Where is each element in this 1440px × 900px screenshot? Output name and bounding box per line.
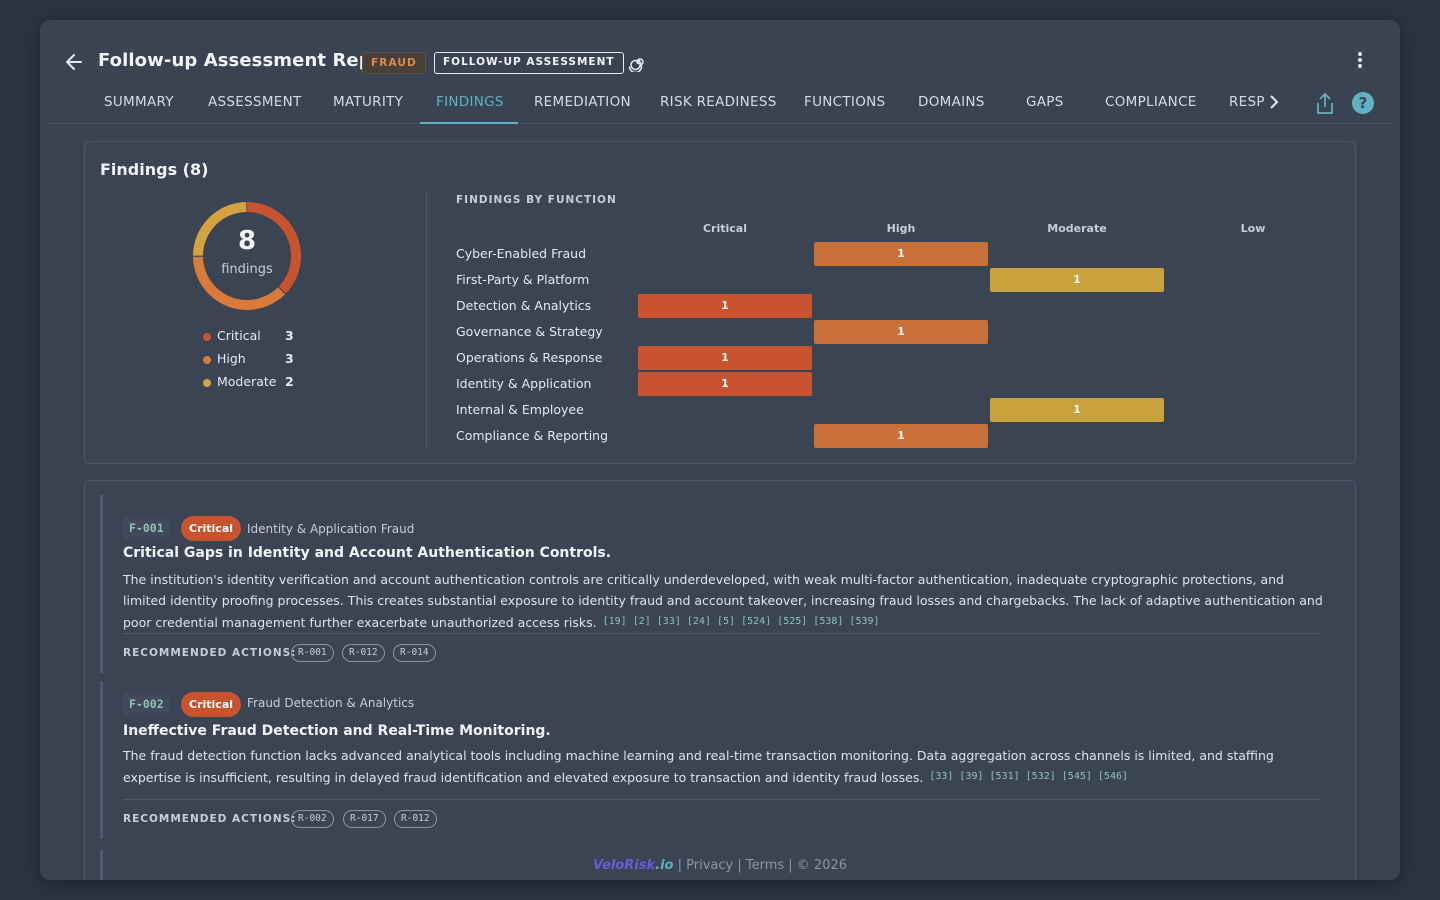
findings-summary-card: Findings (8) 8 findings Critical 3 High … <box>84 141 1356 464</box>
legend-high: High 3 <box>203 351 313 374</box>
legend-critical: Critical 3 <box>203 328 313 351</box>
legend-dot <box>203 379 211 387</box>
row-label: Identity & Application <box>456 376 592 391</box>
finding-item: F-002 Critical Fraud Detection & Analyti… <box>100 681 1335 839</box>
legend-dot <box>203 356 211 364</box>
finding-domain: Identity & Application Fraud <box>247 522 415 536</box>
heatmap-cell[interactable]: 1 <box>638 372 812 396</box>
legend-count: 3 <box>285 328 294 343</box>
finding-body: The institution's identity verification … <box>123 569 1323 633</box>
column-header-moderate: Moderate <box>1047 222 1107 235</box>
finding-separator <box>123 799 1321 800</box>
page-title: Follow-up Assessment Report <box>98 50 402 71</box>
row-label: Internal & Employee <box>456 402 584 417</box>
findings-by-function-title: FINDINGS BY FUNCTION <box>456 194 617 206</box>
column-header-critical: Critical <box>702 222 747 235</box>
heatmap-cell[interactable]: 1 <box>638 346 812 370</box>
legend-moderate: Moderate 2 <box>203 374 313 397</box>
tab-summary[interactable]: SUMMARY <box>104 94 174 124</box>
footer-separator: | <box>673 858 687 873</box>
fraud-badge: FRAUD <box>362 52 426 74</box>
legend-count: 2 <box>285 374 294 389</box>
brand-logo[interactable]: VeloRisk.io <box>593 858 674 873</box>
finding-id: F-002 <box>123 693 170 715</box>
findings-title: Findings (8) <box>100 160 209 179</box>
active-tab-indicator <box>420 122 518 124</box>
tab-risk-readiness[interactable]: RISK READINESS <box>660 94 777 124</box>
donut-total-label: findings <box>221 262 273 277</box>
recommended-actions-label: RECOMMENDED ACTIONS: <box>123 813 297 825</box>
tab-maturity[interactable]: MATURITY <box>333 94 403 124</box>
column-header-low: Low <box>1240 222 1266 235</box>
tab-remediation[interactable]: REMEDIATION <box>534 94 631 124</box>
tab-resp[interactable]: RESP <box>1229 94 1265 124</box>
finding-separator <box>123 633 1321 634</box>
divider <box>426 192 427 448</box>
donut-total: 8 <box>237 226 257 256</box>
spiral-icon[interactable] <box>628 54 646 74</box>
assessment-type-badge: FOLLOW-UP ASSESSMENT <box>434 52 624 74</box>
privacy-link[interactable]: Privacy <box>686 858 733 873</box>
legend-dot <box>203 333 211 341</box>
action-chip[interactable]: R-012 <box>394 810 437 828</box>
share-icon[interactable] <box>1314 92 1336 116</box>
chevron-right-icon[interactable] <box>1268 94 1280 114</box>
heatmap-cell[interactable]: 1 <box>814 320 988 344</box>
column-header-high: High <box>886 222 916 235</box>
heatmap-cell[interactable]: 1 <box>990 398 1164 422</box>
action-chip[interactable]: R-012 <box>342 644 385 662</box>
tab-functions[interactable]: FUNCTIONS <box>804 94 885 124</box>
report-tabs: SUMMARY ASSESSMENT MATURITY FINDINGS REM… <box>48 86 1392 124</box>
brand-name: VeloRisk <box>592 858 656 873</box>
row-label: Cyber-Enabled Fraud <box>456 246 587 261</box>
copyright: | © 2026 <box>784 858 848 873</box>
recommended-actions-label: RECOMMENDED ACTIONS: <box>123 647 297 659</box>
legend-count: 3 <box>285 351 294 366</box>
finding-citations[interactable]: [33] [39] [531] [532] [545] [546] <box>929 771 1128 782</box>
tab-compliance[interactable]: COMPLIANCE <box>1105 94 1197 124</box>
tab-findings[interactable]: FINDINGS <box>436 94 504 124</box>
legend-label: Moderate <box>217 374 277 389</box>
terms-link[interactable]: Terms <box>746 858 784 873</box>
finding-citations[interactable]: [19] [2] [33] [24] [5] [524] [525] [538]… <box>603 616 880 627</box>
brand-tld: .io <box>655 858 674 873</box>
finding-id: F-001 <box>123 517 170 539</box>
legend-label: High <box>217 351 246 366</box>
help-icon[interactable]: ? <box>1352 92 1374 114</box>
tab-domains[interactable]: DOMAINS <box>918 94 985 124</box>
row-label: Operations & Response <box>456 350 603 365</box>
footer-separator: | <box>733 858 746 873</box>
tab-assessment[interactable]: ASSESSMENT <box>208 94 302 124</box>
finding-title: Ineffective Fraud Detection and Real-Tim… <box>123 723 551 739</box>
heatmap-cell[interactable]: 1 <box>814 242 988 266</box>
finding-body: The fraud detection function lacks advan… <box>123 745 1323 788</box>
findings-list-card: F-001 Critical Identity & Application Fr… <box>84 480 1356 880</box>
row-label: Compliance & Reporting <box>456 428 609 443</box>
arrow-left-icon[interactable] <box>64 50 86 74</box>
heatmap-cell[interactable]: 1 <box>814 424 988 448</box>
row-label: First-Party & Platform <box>456 272 590 287</box>
severity-badge: Critical <box>181 516 242 541</box>
action-chip[interactable]: R-014 <box>393 644 436 662</box>
heatmap-cell[interactable]: 1 <box>990 268 1164 292</box>
legend-label: Critical <box>217 328 261 343</box>
row-label: Governance & Strategy <box>456 324 603 339</box>
finding-title: Critical Gaps in Identity and Account Au… <box>123 545 612 561</box>
action-chip[interactable]: R-017 <box>343 810 386 828</box>
footer: VeloRisk.io | Privacy | Terms | © 2026 <box>40 858 1400 873</box>
kebab-menu-icon[interactable] <box>1350 50 1370 72</box>
report-window: Follow-up Assessment Report FRAUD FOLLOW… <box>40 20 1400 880</box>
finding-domain: Fraud Detection & Analytics <box>247 696 415 710</box>
severity-badge: Critical <box>181 692 242 717</box>
action-chip[interactable]: R-002 <box>291 810 334 828</box>
heatmap-cell[interactable]: 1 <box>638 294 812 318</box>
findings-donut-chart <box>193 202 301 310</box>
row-label: Detection & Analytics <box>456 298 592 313</box>
finding-item: F-001 Critical Identity & Application Fr… <box>100 495 1335 673</box>
tab-gaps[interactable]: GAPS <box>1026 94 1064 124</box>
severity-legend: Critical 3 High 3 Moderate 2 <box>203 328 313 397</box>
action-chip[interactable]: R-001 <box>291 644 334 662</box>
